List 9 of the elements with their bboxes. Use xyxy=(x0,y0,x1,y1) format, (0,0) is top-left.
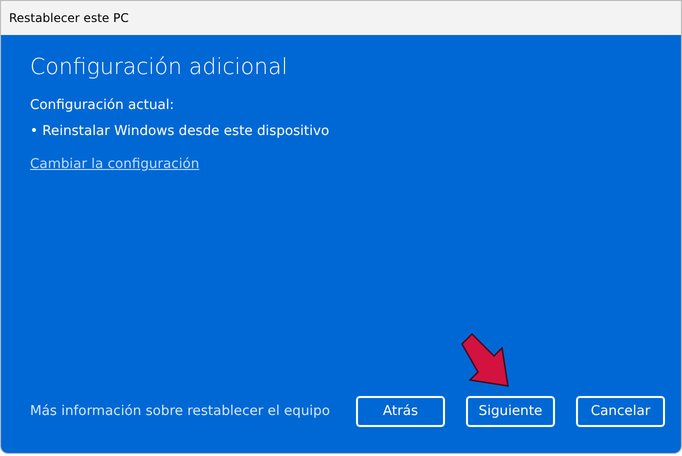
change-settings-link[interactable]: Cambiar la configuración xyxy=(30,154,200,174)
window-title: Restablecer este PC xyxy=(9,10,129,27)
settings-item: • Reinstalar Windows desde este dispositivo xyxy=(30,122,330,141)
more-info-link[interactable]: Más información sobre restablecer el equipo xyxy=(30,401,330,422)
dialog-button[interactable]: Cancelar xyxy=(576,396,665,427)
dialog-heading: Configuración adicional xyxy=(30,55,289,82)
settings-label: Configuración actual: xyxy=(30,96,176,116)
dialog-button[interactable]: Atrás xyxy=(356,396,445,427)
dialog-button[interactable]: Siguiente xyxy=(466,396,555,427)
